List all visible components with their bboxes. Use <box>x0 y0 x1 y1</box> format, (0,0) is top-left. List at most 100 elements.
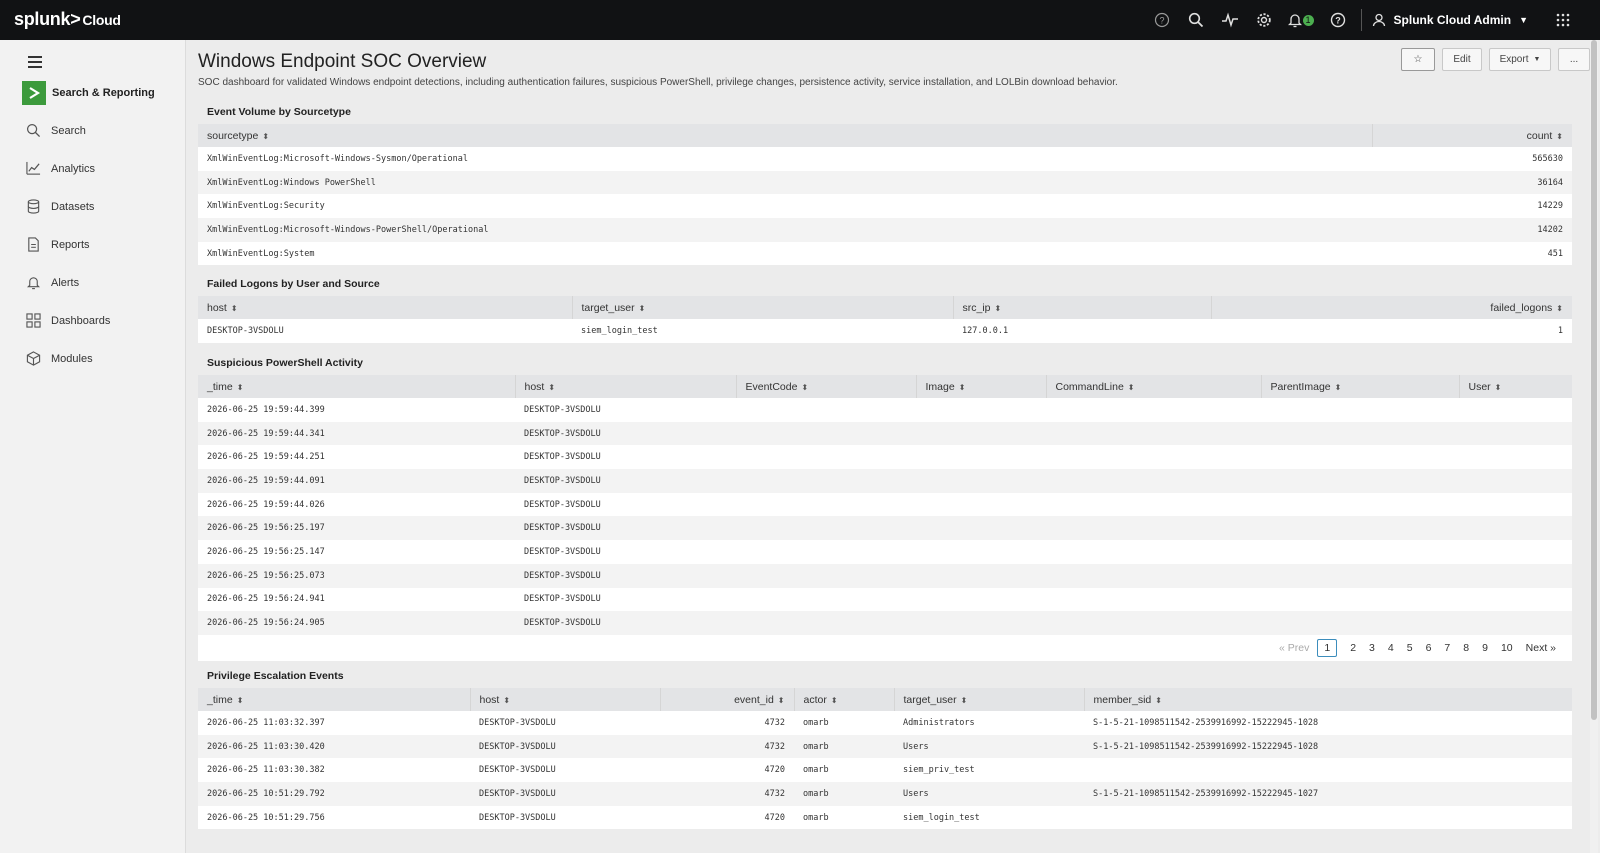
app-switcher[interactable]: Search & Reporting <box>22 81 155 105</box>
column-header-time[interactable]: _time ⬍ <box>198 375 516 398</box>
table-cell: 2026-06-25 10:51:29.756 <box>207 812 325 823</box>
column-header-src-ip[interactable]: src_ip ⬍ <box>953 296 1212 319</box>
table-cell: Users <box>894 782 1084 806</box>
prev-page-link[interactable]: « Prev <box>1279 642 1309 654</box>
sort-icon: ⬍ <box>1127 382 1135 392</box>
sidebar-item-reports[interactable]: Reports <box>26 237 90 252</box>
column-header-failed-logons[interactable]: failed_logons ⬍ <box>1211 296 1572 319</box>
column-label: host <box>479 693 500 706</box>
column-label: User <box>1468 380 1491 393</box>
column-header-user[interactable]: User ⬍ <box>1459 375 1572 398</box>
activity-icon[interactable] <box>1213 0 1247 40</box>
column-header-eventcode[interactable]: EventCode ⬍ <box>736 375 917 398</box>
more-actions-button[interactable]: ... <box>1558 48 1590 71</box>
settings-gear-icon[interactable] <box>1247 0 1281 40</box>
notifications-bell-icon[interactable]: 1 <box>1281 0 1321 40</box>
scrollbar-thumb[interactable] <box>1591 40 1597 720</box>
page-link-1[interactable]: 1 <box>1317 638 1338 657</box>
table-cell: DESKTOP-3VSDOLU <box>524 404 601 415</box>
help-icon[interactable]: ? <box>1321 0 1355 40</box>
alerts-icon <box>26 277 41 290</box>
column-label: Image <box>925 380 955 393</box>
page-link-10[interactable]: 10 <box>1501 642 1513 654</box>
sidebar-item-dashboards[interactable]: Dashboards <box>26 313 110 328</box>
table-row: 2026-06-25 19:56:24.941 DESKTOP-3VSDOLU <box>198 588 1572 612</box>
table-cell: 2026-06-25 19:56:25.147 <box>207 546 325 557</box>
page-scrollbar[interactable] <box>1590 40 1598 853</box>
table-cell: siem_login_test <box>581 325 658 336</box>
column-header-image[interactable]: Image ⬍ <box>916 375 1047 398</box>
table-cell: Users <box>894 734 1084 759</box>
page-link-8[interactable]: 8 <box>1463 642 1469 654</box>
column-header-event-id[interactable]: event_id ⬍ <box>660 688 795 711</box>
app-name: Search & Reporting <box>52 87 155 99</box>
column-label: target_user <box>581 301 635 314</box>
user-menu[interactable]: Splunk Cloud Admin ▼ <box>1372 13 1528 27</box>
search-icon <box>26 123 41 138</box>
sidebar-item-analytics[interactable]: Analytics <box>26 161 95 176</box>
dashboards-icon <box>26 313 41 328</box>
next-page-link[interactable]: Next » <box>1526 642 1556 654</box>
panel-event-volume: Event Volume by Sourcetype sourcetype ⬍ c… <box>198 100 1572 266</box>
sidebar-item-modules[interactable]: Modules <box>26 351 93 366</box>
table-cell: DESKTOP-3VSDOLU <box>479 812 556 823</box>
table-cell: 14202 <box>1372 218 1572 242</box>
table-cell: siem_login_test <box>903 812 980 823</box>
table-cell: 2026-06-25 11:03:30.382 <box>207 765 325 776</box>
table-cell: XmlWinEventLog:Windows PowerShell <box>198 170 1372 195</box>
column-header-host[interactable]: host ⬍ <box>515 375 737 398</box>
table-cell: 565630 <box>1532 153 1563 164</box>
column-header-sourcetype[interactable]: sourcetype ⬍ <box>198 124 1373 147</box>
column-label: failed_logons <box>1490 301 1553 314</box>
table-cell: omarb <box>803 765 829 776</box>
table-cell: XmlWinEventLog:Microsoft-Windows-PowerSh… <box>198 218 1372 242</box>
column-header-time[interactable]: _time ⬍ <box>198 688 471 711</box>
table-cell: siem_priv_test <box>903 765 975 776</box>
column-header-count[interactable]: count ⬍ <box>1372 124 1572 147</box>
export-button[interactable]: Export ▼ <box>1489 48 1551 71</box>
page-link-3[interactable]: 3 <box>1369 642 1375 654</box>
sidebar-item-search[interactable]: Search <box>26 123 86 138</box>
table-cell <box>1084 758 1572 782</box>
page-link-9[interactable]: 9 <box>1482 642 1488 654</box>
column-header-actor[interactable]: actor ⬍ <box>794 688 895 711</box>
column-header-host[interactable]: host ⬍ <box>198 296 573 319</box>
sort-icon: ⬍ <box>638 303 646 313</box>
column-header-target-user[interactable]: target_user ⬍ <box>894 688 1085 711</box>
hamburger-menu-icon[interactable] <box>28 56 42 71</box>
analytics-icon <box>26 161 41 175</box>
table-cell: 2026-06-25 19:56:24.905 <box>198 611 515 635</box>
sidebar-item-datasets[interactable]: Datasets <box>26 199 94 214</box>
user-name: Splunk Cloud Admin <box>1393 13 1512 27</box>
column-header-parentimage[interactable]: ParentImage ⬍ <box>1261 375 1460 398</box>
page-link-2[interactable]: 2 <box>1350 642 1356 654</box>
search-icon[interactable] <box>1179 0 1213 40</box>
table-cell: omarb <box>794 734 894 759</box>
sidebar-item-alerts[interactable]: Alerts <box>26 275 79 290</box>
sidebar-item-label: Datasets <box>51 200 95 213</box>
page-link-6[interactable]: 6 <box>1426 642 1432 654</box>
table-cell: 2026-06-25 19:59:44.399 <box>207 404 325 415</box>
app-grid-icon[interactable] <box>1546 0 1580 40</box>
splunk-logo[interactable]: splunk> Cloud <box>14 9 121 30</box>
chevron-down-icon: ▼ <box>1519 15 1528 25</box>
table-cell: 4732 <box>660 734 794 759</box>
column-header-target-user[interactable]: target_user ⬍ <box>572 296 954 319</box>
page-link-4[interactable]: 4 <box>1388 642 1394 654</box>
page-link-5[interactable]: 5 <box>1407 642 1413 654</box>
table-cell: 2026-06-25 19:59:44.026 <box>207 499 325 510</box>
column-header-commandline[interactable]: CommandLine ⬍ <box>1046 375 1262 398</box>
column-label: host <box>207 301 227 314</box>
page-link-7[interactable]: 7 <box>1444 642 1450 654</box>
column-header-host[interactable]: host ⬍ <box>470 688 661 711</box>
help-circle-icon[interactable]: ? <box>1145 0 1179 40</box>
favorite-star-button[interactable]: ☆ <box>1401 48 1435 71</box>
chevron-down-icon: ▼ <box>1533 56 1541 63</box>
edit-button[interactable]: Edit <box>1442 48 1482 71</box>
column-label: host <box>524 380 545 393</box>
column-label: member_sid <box>1093 693 1152 706</box>
sort-icon: ⬍ <box>801 382 809 392</box>
panel-title: Suspicious PowerShell Activity <box>198 351 1572 375</box>
column-header-member-sid[interactable]: member_sid ⬍ <box>1084 688 1572 711</box>
table-row: 2026-06-25 19:56:25.197 DESKTOP-3VSDOLU <box>198 516 1572 541</box>
